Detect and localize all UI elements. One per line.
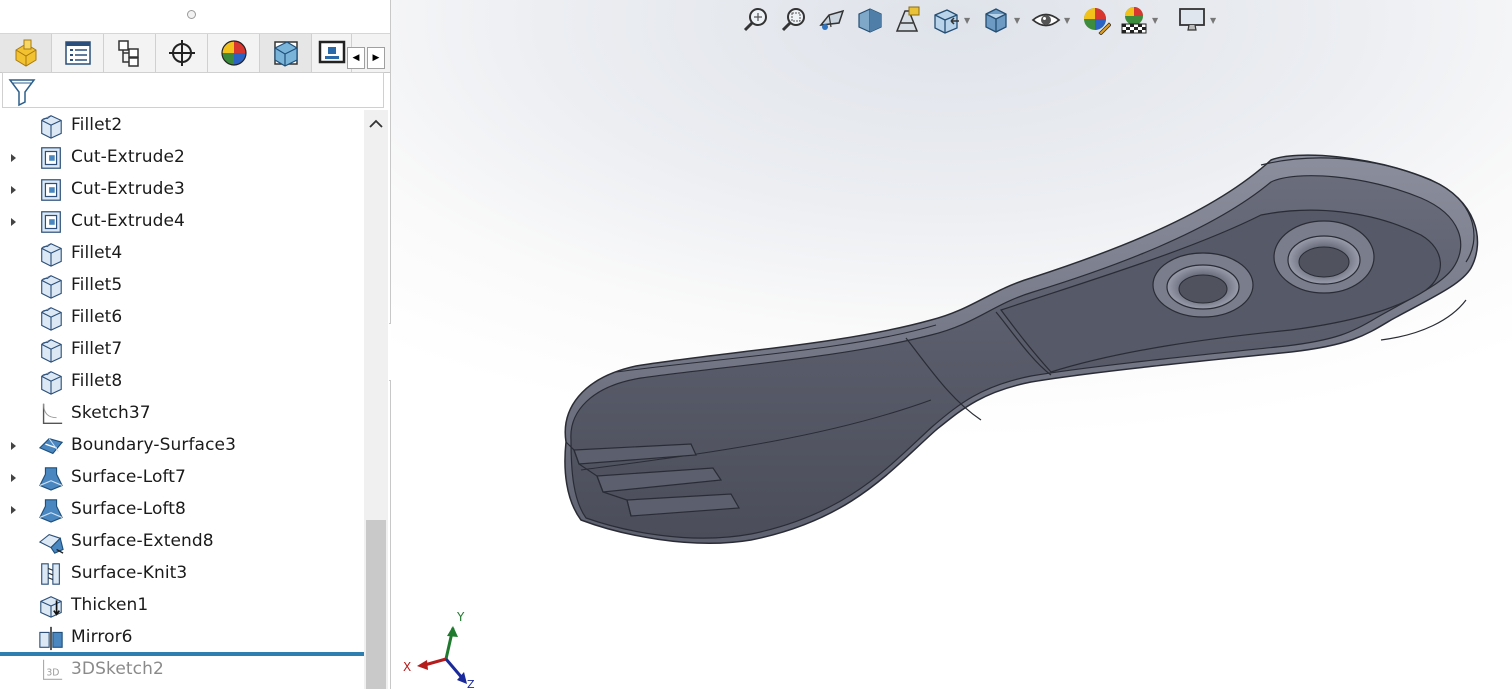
extra-tab[interactable] bbox=[312, 34, 352, 72]
filter-icon bbox=[8, 79, 36, 107]
feature-manager-tab[interactable] bbox=[0, 34, 52, 72]
z-axis-label: Z bbox=[467, 678, 475, 689]
hole-2 bbox=[1273, 220, 1375, 294]
3d-sketch-icon: 3D bbox=[37, 657, 65, 683]
sketch-icon bbox=[37, 401, 65, 427]
boundary-surface-icon bbox=[37, 433, 65, 459]
feature-tree-item[interactable]: Cut-Extrude3 bbox=[0, 174, 364, 206]
dimxpert-manager-tab[interactable] bbox=[156, 34, 208, 72]
thicken-icon bbox=[37, 593, 65, 619]
fillet-icon bbox=[37, 369, 65, 395]
hole-1 bbox=[1152, 252, 1254, 318]
fillet-icon bbox=[37, 305, 65, 331]
part-icon bbox=[15, 39, 36, 67]
cut-extrude-icon bbox=[37, 177, 65, 203]
feature-tree-item[interactable]: Surface-Loft7 bbox=[0, 462, 364, 494]
spork-model[interactable] bbox=[391, 0, 1512, 689]
feature-tree-item[interactable]: Fillet4 bbox=[0, 238, 364, 270]
surface-loft-icon bbox=[37, 497, 65, 523]
feature-tree-item[interactable]: Sketch37 bbox=[0, 398, 364, 430]
mirror-icon bbox=[37, 625, 65, 651]
graphics-area[interactable]: ▼ ▼ ▼ ▼ ▼ Y X Z bbox=[391, 0, 1512, 689]
feature-tree-item-label: Cut-Extrude4 bbox=[71, 211, 185, 231]
feature-tree-item[interactable]: Surface-Extend8 bbox=[0, 526, 364, 558]
feature-tree-item-label: Surface-Loft8 bbox=[71, 499, 186, 519]
crosshair-icon bbox=[168, 40, 195, 66]
manager-tab-strip bbox=[0, 33, 390, 73]
scroll-up-button[interactable] bbox=[364, 110, 388, 138]
feature-tree-item[interactable]: Surface-Knit3 bbox=[0, 558, 364, 590]
appearance-sphere-icon bbox=[220, 40, 247, 66]
feature-tree-item-label: Sketch37 bbox=[71, 403, 151, 423]
configuration-icon bbox=[117, 40, 139, 67]
feature-tree-item[interactable]: 3D 3DSketch2 bbox=[0, 654, 364, 686]
cut-extrude-icon bbox=[37, 209, 65, 235]
feature-tree-item-label: Fillet6 bbox=[71, 307, 123, 327]
cube-section-icon bbox=[273, 41, 298, 67]
feature-filter-bar[interactable] bbox=[2, 72, 384, 108]
cam-tab[interactable] bbox=[260, 34, 312, 72]
property-manager-tab[interactable] bbox=[52, 34, 104, 72]
expand-arrow-icon[interactable] bbox=[8, 504, 18, 516]
expand-arrow-icon[interactable] bbox=[8, 216, 18, 228]
feature-manager-panel: ◀ ▶ Fillet2 Cut-Extrude2 Cut-Extrude3 Cut-E… bbox=[0, 0, 391, 689]
scroll-thumb[interactable] bbox=[366, 520, 386, 689]
expand-arrow-icon[interactable] bbox=[8, 184, 18, 196]
y-axis-label: Y bbox=[456, 610, 465, 624]
reference-triad: Y X Z bbox=[403, 610, 475, 689]
feature-tree-item[interactable]: Cut-Extrude2 bbox=[0, 142, 364, 174]
expand-arrow-icon[interactable] bbox=[8, 152, 18, 164]
tab-scroll-right-button[interactable]: ▶ bbox=[367, 47, 385, 69]
expand-arrow-icon[interactable] bbox=[8, 440, 18, 452]
feature-tree-item-label: Surface-Loft7 bbox=[71, 467, 186, 487]
feature-tree-item[interactable]: Boundary-Surface3 bbox=[0, 430, 364, 462]
feature-tree-item[interactable]: Thicken1 bbox=[0, 590, 364, 622]
tree-scrollbar[interactable] bbox=[364, 110, 388, 689]
tab-scroll-left-button[interactable]: ◀ bbox=[347, 47, 365, 69]
x-axis-label: X bbox=[403, 660, 411, 674]
display-manager-tab[interactable] bbox=[208, 34, 260, 72]
feature-tree-item-label: Fillet4 bbox=[71, 243, 123, 263]
svg-text:3D: 3D bbox=[46, 668, 59, 679]
configuration-manager-tab[interactable] bbox=[104, 34, 156, 72]
feature-tree-item[interactable]: Fillet6 bbox=[0, 302, 364, 334]
surface-extend-icon bbox=[37, 529, 65, 555]
feature-tree-item-label: Cut-Extrude2 bbox=[71, 147, 185, 167]
panel-grip-handle[interactable] bbox=[187, 10, 196, 19]
fillet-icon bbox=[37, 337, 65, 363]
cut-extrude-icon bbox=[37, 145, 65, 171]
feature-tree-item-label: Thicken1 bbox=[71, 595, 149, 615]
feature-tree-item[interactable]: Fillet7 bbox=[0, 334, 364, 366]
fillet-icon bbox=[37, 273, 65, 299]
feature-tree-item-label: Boundary-Surface3 bbox=[71, 435, 236, 455]
feature-tree-item-label: 3DSketch2 bbox=[71, 659, 164, 679]
surface-knit-icon bbox=[37, 561, 65, 587]
feature-tree-item[interactable]: Fillet8 bbox=[0, 366, 364, 398]
feature-tree-item-label: Surface-Extend8 bbox=[71, 531, 214, 551]
feature-tree-item[interactable]: Fillet2 bbox=[0, 110, 364, 142]
feature-tree-item-label: Fillet8 bbox=[71, 371, 123, 391]
feature-tree-item-label: Mirror6 bbox=[71, 627, 133, 647]
feature-tree-item[interactable]: Fillet5 bbox=[0, 270, 364, 302]
z-axis bbox=[444, 658, 465, 680]
property-list-icon bbox=[64, 41, 91, 65]
feature-tree-item[interactable]: Surface-Loft8 bbox=[0, 494, 364, 526]
chevron-up-icon bbox=[369, 119, 383, 128]
feature-tree: Fillet2 Cut-Extrude2 Cut-Extrude3 Cut-Extru… bbox=[0, 110, 364, 689]
feature-tree-item[interactable]: Cut-Extrude4 bbox=[0, 206, 364, 238]
feature-tree-item-label: Fillet7 bbox=[71, 339, 123, 359]
expand-arrow-icon[interactable] bbox=[8, 472, 18, 484]
screen-icon bbox=[318, 40, 345, 64]
feature-tree-item-label: Cut-Extrude3 bbox=[71, 179, 185, 199]
rollback-bar[interactable] bbox=[0, 652, 364, 656]
feature-tree-item-label: Surface-Knit3 bbox=[71, 563, 188, 583]
feature-tree-item[interactable]: Mirror6 bbox=[0, 622, 364, 654]
feature-tree-item-label: Fillet5 bbox=[71, 275, 123, 295]
feature-tree-item-label: Fillet2 bbox=[71, 115, 123, 135]
surface-loft-icon bbox=[37, 465, 65, 491]
fillet-icon bbox=[37, 113, 65, 139]
fillet-icon bbox=[37, 241, 65, 267]
